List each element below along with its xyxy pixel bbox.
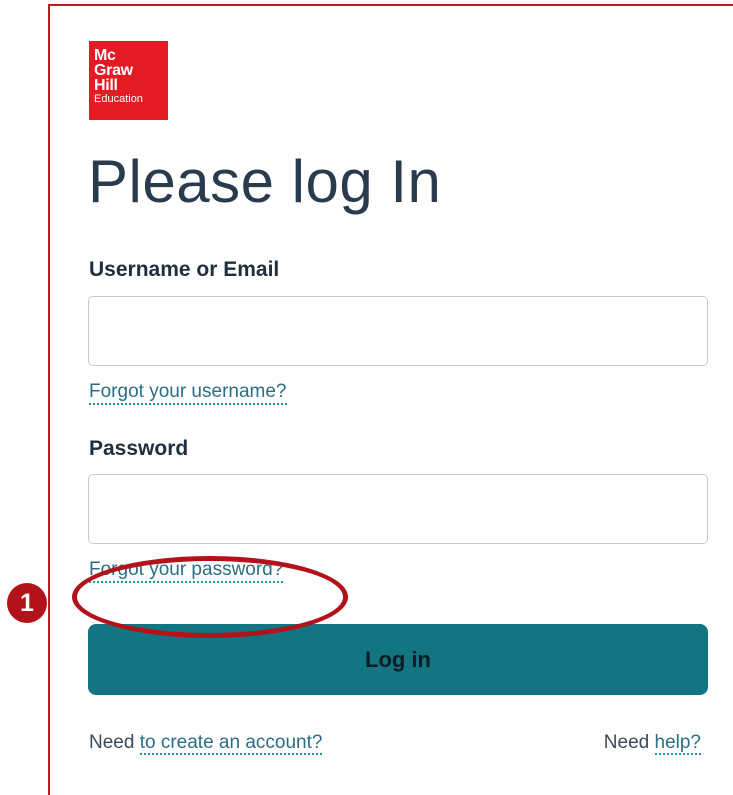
password-label: Password: [89, 437, 189, 460]
need-help-link[interactable]: help?: [654, 733, 701, 755]
logo-line-hill: Hill: [94, 77, 118, 94]
create-account-link[interactable]: to create an account?: [139, 733, 323, 755]
mcgraw-hill-education-logo: Mc Graw Hill Education: [89, 41, 168, 120]
forgot-password-link[interactable]: Forgot your password?: [89, 559, 284, 583]
annotation-step-badge: 1: [7, 583, 47, 623]
username-label: Username or Email: [89, 258, 280, 281]
logo-line-graw: Graw: [94, 62, 133, 79]
need-help-row: Need help?: [604, 732, 701, 755]
create-account-prefix: Need: [89, 732, 135, 753]
logo-line-mc: Mc: [94, 47, 116, 64]
need-help-prefix: Need: [603, 732, 650, 753]
logo-line-education: Education: [94, 93, 143, 105]
login-button[interactable]: Log in: [88, 624, 708, 695]
forgot-username-link[interactable]: Forgot your username?: [89, 381, 287, 405]
password-input[interactable]: [88, 474, 708, 544]
create-account-row: Need to create an account?: [89, 732, 323, 755]
page-title: Please log In: [88, 148, 442, 215]
username-input[interactable]: [88, 296, 708, 366]
